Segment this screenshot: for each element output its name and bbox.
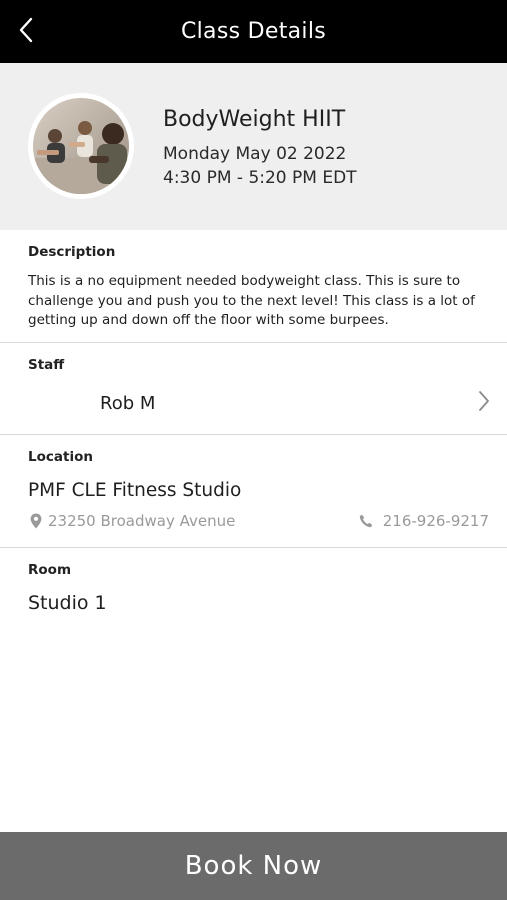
location-name: PMF CLE Fitness Studio [28, 480, 242, 501]
phone-icon [359, 514, 372, 528]
description-text: This is a no equipment needed bodyweight… [28, 273, 475, 328]
address-link[interactable]: 23250 Broadway Avenue [30, 512, 235, 530]
app-header: Class Details [0, 0, 507, 63]
room-name: Studio 1 [28, 592, 107, 614]
phone-link[interactable]: 216-926-9217 [359, 512, 489, 530]
class-photo [33, 98, 129, 194]
phone-text: 216-926-9217 [382, 512, 489, 530]
page-title: Class Details [180, 18, 327, 44]
divider [0, 434, 507, 435]
staff-label: Staff [28, 357, 65, 373]
back-chevron-icon [19, 17, 33, 43]
staff-row[interactable]: Rob M [0, 380, 507, 430]
map-pin-icon [30, 513, 42, 529]
class-image [28, 93, 134, 199]
back-button[interactable] [6, 8, 46, 52]
divider [0, 342, 507, 343]
book-now-button[interactable]: Book Now [0, 832, 507, 900]
class-date: Monday May 02 2022 [163, 144, 347, 164]
address-text: 23250 Broadway Avenue [48, 512, 236, 530]
class-name: BodyWeight HIIT [163, 107, 346, 132]
divider [0, 547, 507, 548]
room-label: Room [28, 562, 72, 578]
description-label: Description [28, 244, 116, 260]
chevron-right-icon [479, 391, 489, 411]
class-summary: BodyWeight HIIT Monday May 02 2022 4:30 … [0, 63, 507, 230]
class-time: 4:30 PM - 5:20 PM EDT [163, 168, 357, 188]
staff-name: Rob M [100, 393, 156, 414]
location-label: Location [28, 449, 93, 465]
